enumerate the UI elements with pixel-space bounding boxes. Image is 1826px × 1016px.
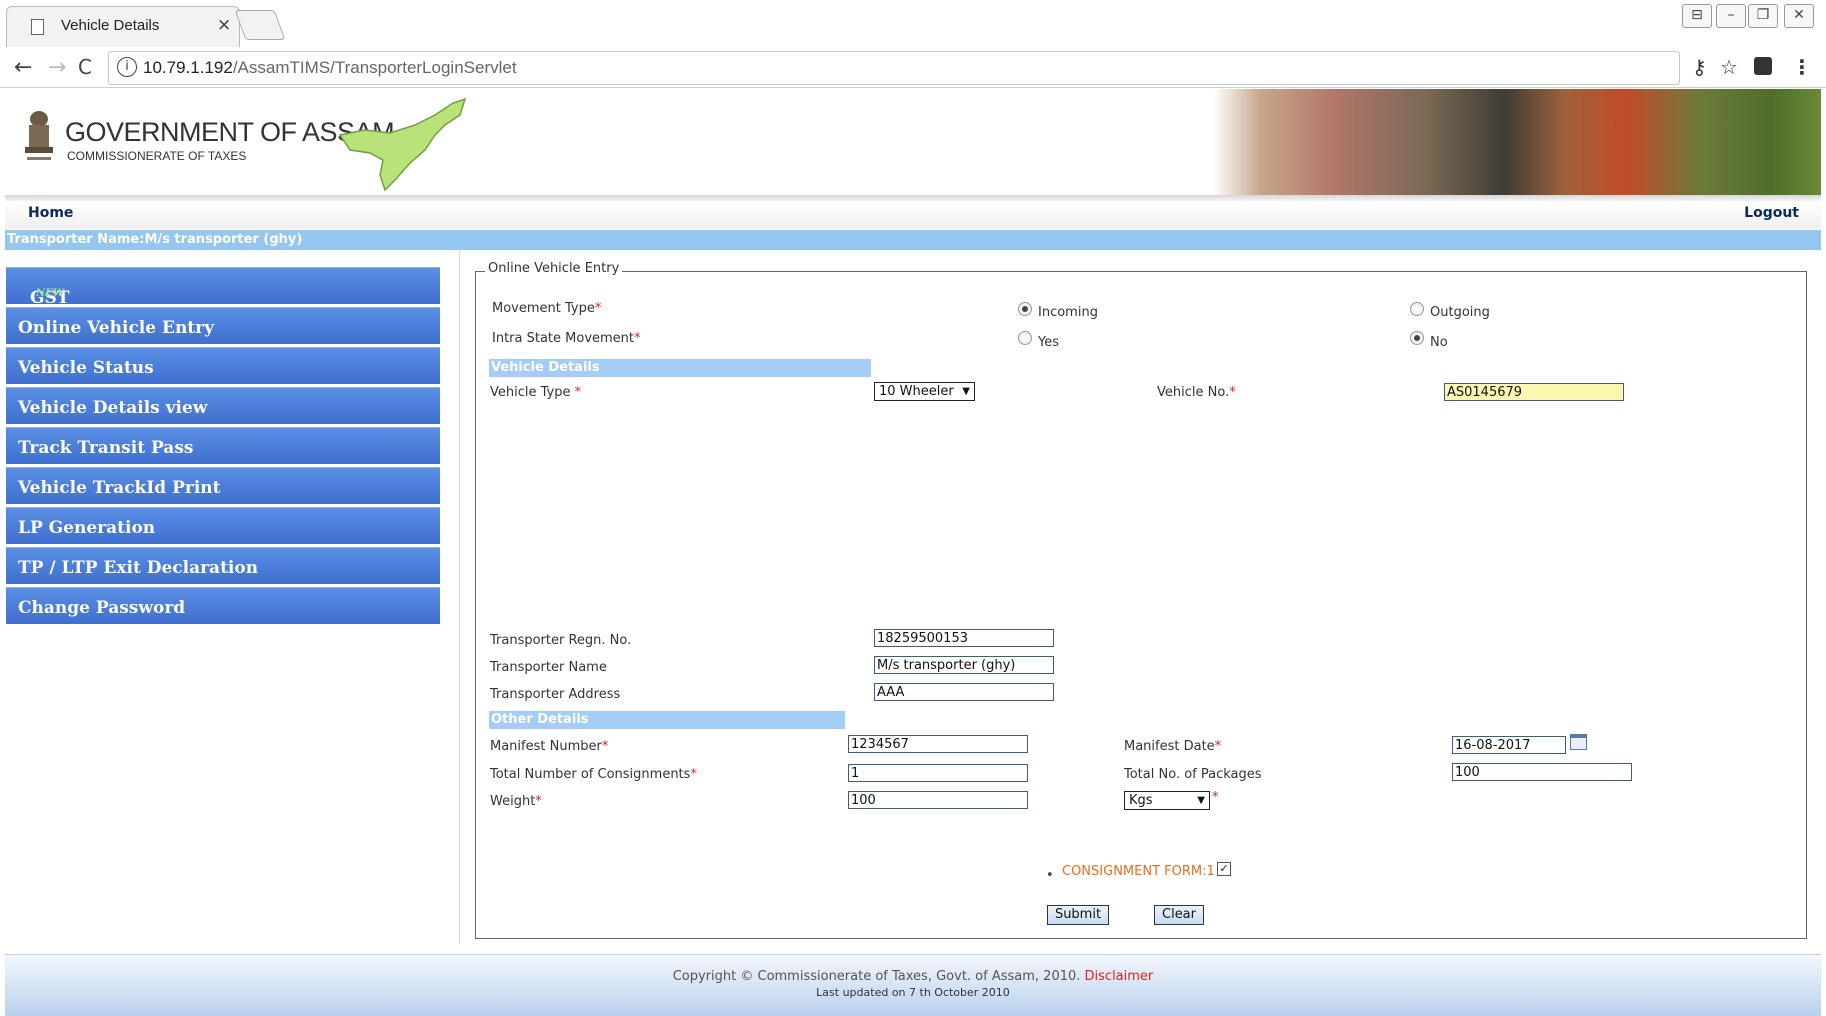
- back-arrow-icon[interactable]: ←: [14, 55, 32, 80]
- new-badge: NEW: [36, 288, 64, 299]
- emblem-icon: [25, 111, 53, 160]
- transporter-regn-label: Transporter Regn. No.: [490, 633, 632, 648]
- sidebar-item-label: Online Vehicle Entry: [18, 318, 214, 338]
- outgoing-radio[interactable]: [1410, 302, 1424, 316]
- sidebar-item-label: TP / LTP Exit Declaration: [18, 558, 259, 578]
- movement-type-label: Movement Type*: [492, 301, 602, 316]
- sidebar-item-online-vehicle-entry[interactable]: Online Vehicle Entry: [6, 307, 440, 344]
- footer-updated: Last updated on 7 th October 2010: [816, 986, 1010, 999]
- sidebar-item-label: Vehicle Status: [18, 358, 154, 378]
- footer-copyright: Copyright © Commissionerate of Taxes, Go…: [672, 969, 1154, 984]
- incoming-radio[interactable]: [1018, 302, 1032, 316]
- manifest-date-input[interactable]: 16-08-2017: [1452, 736, 1566, 754]
- banner-photo-collage: [1213, 89, 1821, 195]
- vehicle-type-select[interactable]: 10 Wheeler ▼: [874, 382, 975, 401]
- minimize-button[interactable]: –: [1716, 4, 1746, 28]
- menu-dots-icon[interactable]: ⋮: [1792, 55, 1812, 79]
- logout-link[interactable]: Logout: [1744, 205, 1799, 221]
- url-text: 10.79.1.192/AssamTIMS/TransporterLoginSe…: [143, 58, 517, 77]
- calendar-icon[interactable]: [1570, 734, 1587, 750]
- header-banner: GOVERNMENT OF ASSAM COMMISSIONERATE OF T…: [5, 89, 1821, 197]
- disclaimer-link[interactable]: Disclaimer: [1085, 969, 1154, 984]
- sidebar-item-label: Vehicle TrackId Print: [18, 478, 221, 498]
- sidebar-divider: [459, 249, 460, 944]
- info-icon[interactable]: i: [117, 57, 137, 77]
- transporter-name-input[interactable]: M/s transporter (ghy): [874, 656, 1054, 674]
- sidebar-item-vehicle-details-view[interactable]: Vehicle Details view: [6, 387, 440, 424]
- sidebar-item-gst-password[interactable]: GST Provisional ID/ PasswordNEW: [6, 267, 440, 368]
- transporter-name-text: Transporter Name:M/s transporter (ghy): [7, 232, 303, 247]
- weight-unit-select[interactable]: Kgs ▼: [1124, 791, 1210, 810]
- assam-map-icon: [338, 97, 467, 192]
- footer: Copyright © Commissionerate of Taxes, Go…: [5, 954, 1821, 1016]
- other-details-header: Other Details: [489, 711, 845, 729]
- transporter-regn-input[interactable]: 18259500153: [874, 629, 1054, 647]
- total-packages-input[interactable]: 100: [1452, 763, 1632, 781]
- sidebar-item-change-password[interactable]: Change Password: [6, 587, 440, 624]
- submit-button[interactable]: Submit: [1047, 905, 1109, 925]
- bullet-icon: •: [1046, 868, 1054, 883]
- sidebar-item-vehicle-trackid-print[interactable]: Vehicle TrackId Print: [6, 467, 440, 504]
- total-consignments-label: Total Number of Consignments*: [490, 767, 697, 782]
- incoming-label: Incoming: [1038, 305, 1098, 320]
- forward-arrow-icon[interactable]: →: [48, 55, 66, 80]
- transporter-address-input[interactable]: AAA: [874, 683, 1054, 701]
- intra-state-label: Intra State Movement*: [492, 331, 641, 346]
- transporter-name-bar: Transporter Name:M/s transporter (ghy): [5, 230, 1821, 250]
- profile-icon[interactable]: ⊟: [1682, 4, 1712, 28]
- consignment-form-link[interactable]: CONSIGNMENT FORM:1: [1062, 864, 1215, 879]
- sidebar-item-vehicle-status[interactable]: Vehicle Status: [6, 347, 440, 384]
- star-icon[interactable]: ☆: [1720, 55, 1738, 79]
- required-mark: *: [1212, 790, 1219, 805]
- manifest-number-label: Manifest Number*: [490, 739, 609, 754]
- intra-no-label: No: [1430, 335, 1448, 350]
- address-bar: ← → C i 10.79.1.192/AssamTIMS/Transporte…: [0, 47, 1826, 88]
- chevron-down-icon: ▼: [1197, 795, 1205, 806]
- restore-button[interactable]: ❐: [1748, 4, 1778, 28]
- transporter-name-label: Transporter Name: [490, 660, 607, 675]
- browser-tab[interactable]: Vehicle Details ×: [6, 6, 240, 47]
- key-icon[interactable]: ⚷: [1692, 55, 1707, 79]
- intra-no-radio[interactable]: [1410, 331, 1424, 345]
- total-packages-label: Total No. of Packages: [1124, 767, 1262, 782]
- weight-label: Weight*: [490, 794, 542, 809]
- transporter-address-label: Transporter Address: [490, 687, 621, 702]
- sidebar-item-exit-declaration[interactable]: TP / LTP Exit Declaration: [6, 547, 440, 584]
- manifest-number-input[interactable]: 1234567: [848, 735, 1028, 753]
- reload-icon[interactable]: C: [78, 55, 92, 79]
- sidebar-item-label: Change Password: [18, 598, 186, 618]
- vehicle-no-label: Vehicle No.*: [1157, 385, 1236, 400]
- clear-button[interactable]: Clear: [1154, 905, 1204, 925]
- url-field[interactable]: i 10.79.1.192/AssamTIMS/TransporterLogin…: [108, 51, 1680, 85]
- intra-yes-radio[interactable]: [1018, 331, 1032, 345]
- vehicle-details-header: Vehicle Details: [489, 359, 871, 377]
- close-tab-icon[interactable]: ×: [217, 15, 231, 35]
- total-consignments-input[interactable]: 1: [848, 764, 1028, 782]
- sidebar-item-track-transit-pass[interactable]: Track Transit Pass: [6, 427, 440, 464]
- sidebar: GST Provisional ID/ PasswordNEW Online V…: [6, 267, 440, 627]
- sidebar-item-lp-generation[interactable]: LP Generation: [6, 507, 440, 544]
- extension-icon[interactable]: [1754, 57, 1772, 75]
- home-link[interactable]: Home: [28, 205, 73, 221]
- outgoing-label: Outgoing: [1430, 305, 1490, 320]
- new-tab-button[interactable]: [234, 10, 286, 40]
- tab-title: Vehicle Details: [61, 17, 160, 34]
- vehicle-type-label: Vehicle Type *: [490, 385, 582, 400]
- top-menubar: Home Logout: [5, 201, 1821, 229]
- sidebar-item-label: Track Transit Pass: [18, 438, 194, 458]
- document-icon: [31, 19, 44, 35]
- sidebar-item-label: Vehicle Details view: [18, 398, 208, 418]
- manifest-date-label: Manifest Date*: [1124, 739, 1222, 754]
- page-subtitle: COMMISSIONERATE OF TAXES: [67, 149, 247, 163]
- chevron-down-icon: ▼: [962, 386, 970, 397]
- consignment-checkbox[interactable]: ✓: [1217, 862, 1231, 876]
- close-window-button[interactable]: ✕: [1784, 4, 1814, 28]
- weight-input[interactable]: 100: [848, 791, 1028, 809]
- browser-tabstrip: Vehicle Details × ⊟ – ❐ ✕: [0, 0, 1826, 47]
- intra-yes-label: Yes: [1038, 335, 1059, 350]
- sidebar-item-label: LP Generation: [18, 518, 156, 538]
- vehicle-no-input[interactable]: AS0145679: [1444, 383, 1624, 401]
- fieldset-legend: Online Vehicle Entry: [485, 261, 623, 276]
